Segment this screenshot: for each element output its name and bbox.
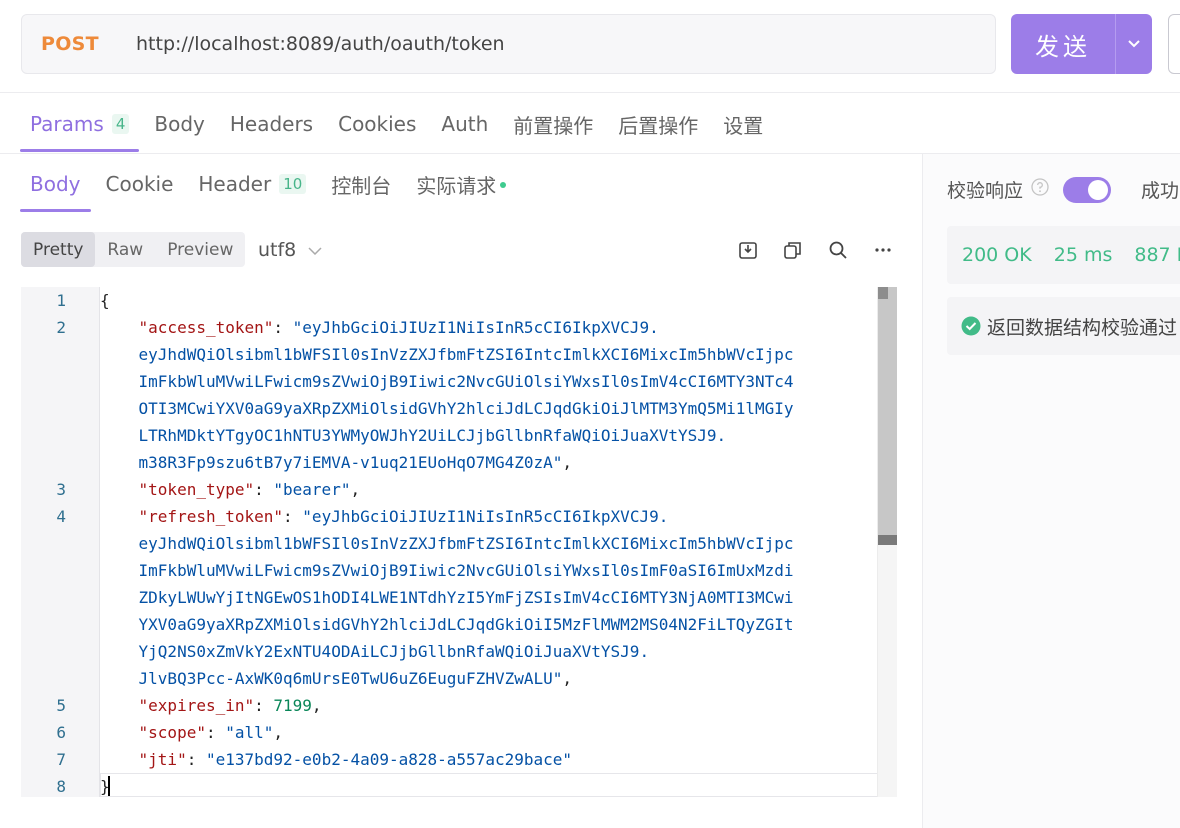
code-line: YjQ2NS0xZmVkY2ExNTU4ODAiLCJjbGllbnRfaWQi… xyxy=(100,642,650,661)
code-line: "jti": "e137bd92-e0b2-4a09-a828-a557ac29… xyxy=(138,750,573,769)
tab-pre-request[interactable]: 前置操作 xyxy=(503,96,603,152)
url-bar[interactable]: POST http://localhost:8089/auth/oauth/to… xyxy=(21,14,996,74)
download-icon[interactable] xyxy=(734,236,761,263)
code-line: "scope": "all", xyxy=(138,723,284,742)
code-line: m38R3Fp9szu6tB7y7iEMVA-v1uq21EUoHqO7MG4Z… xyxy=(100,453,573,472)
response-tabs: Body Cookie Header 10 控制台 实际请求 xyxy=(20,156,521,212)
validate-response-row: 校验响应 成功 xyxy=(947,176,1179,203)
line-number: 2 xyxy=(56,318,66,337)
view-pretty-button[interactable]: Pretty xyxy=(21,232,96,267)
tab-console[interactable]: 控制台 xyxy=(321,156,401,212)
code-line: ImFkbWluMVwiLFwicm9sZVwiOjB9Iiwic2NvcGUi… xyxy=(100,561,794,580)
panel-splitter[interactable] xyxy=(922,154,923,828)
save-button[interactable] xyxy=(1168,14,1180,74)
tab-body[interactable]: Body xyxy=(144,96,215,152)
code-line: LTRhMDktYTgyOC1hNTU3YWMyOWJhY2UiLCJjbGll… xyxy=(100,426,727,445)
code-line: "expires_in": 7199, xyxy=(138,696,322,715)
chevron-down-icon xyxy=(308,239,322,261)
line-number: 8 xyxy=(56,777,66,796)
response-status-bar: 200 OK 25 ms 887 B xyxy=(947,226,1180,284)
line-number: 1 xyxy=(56,291,66,310)
check-circle-icon xyxy=(961,316,981,336)
response-toolbar xyxy=(734,236,914,263)
code-line: YXV0aG9yaXRpZXMiOlsidGVhY2hlciJdLCJqdGki… xyxy=(100,615,794,634)
code-line: ZDkyLWUwYjItNGEwOS1hODI4LWE1NTdhYzI5YmFj… xyxy=(100,588,794,607)
view-preview-button[interactable]: Preview xyxy=(155,232,245,267)
code-line: "access_token": "eyJhbGciOiJIUzI1NiIsInR… xyxy=(138,318,659,337)
validate-result: 成功 xyxy=(1141,180,1180,202)
response-size: 887 B xyxy=(1134,244,1180,266)
more-icon[interactable] xyxy=(869,236,896,263)
code-content: { "access_token": "eyJhbGciOiJIUzI1NiIsI… xyxy=(100,287,875,797)
search-icon[interactable] xyxy=(824,236,851,263)
line-number: 6 xyxy=(56,723,66,742)
line-number: 3 xyxy=(56,480,66,499)
code-line: JlvBQ3Pcc-AxWK0q6mUrsE0TwU6uZ6EuguFZHVZw… xyxy=(100,669,573,688)
tab-auth[interactable]: Auth xyxy=(431,96,498,152)
text-caret xyxy=(108,776,110,796)
url-input[interactable]: http://localhost:8089/auth/oauth/token xyxy=(136,33,505,55)
line-number: 5 xyxy=(56,696,66,715)
tab-response-header[interactable]: Header 10 xyxy=(188,156,316,212)
code-line: "token_type": "bearer", xyxy=(138,480,361,499)
send-button-label: 发送 xyxy=(1035,32,1091,61)
tab-post-request[interactable]: 后置操作 xyxy=(608,96,708,152)
copy-icon[interactable] xyxy=(779,236,806,263)
encoding-value: utf8 xyxy=(258,239,297,261)
status-dot-icon xyxy=(500,182,507,188)
code-line: "refresh_token": "eyJhbGciOiJIUzI1NiIsIn… xyxy=(138,507,669,526)
status-code: 200 OK xyxy=(962,244,1032,266)
view-mode-switch: Pretty Raw Preview xyxy=(21,232,246,267)
schema-check-label: 返回数据结构校验通过 xyxy=(987,316,1178,339)
request-tabs: Params 4 Body Headers Cookies Auth 前置操作 … xyxy=(20,96,778,152)
scrollbar-marker xyxy=(878,535,897,545)
response-time: 25 ms xyxy=(1053,244,1113,266)
validate-toggle[interactable] xyxy=(1063,176,1112,203)
code-line: OTI3MCwiYXV0aG9yaXRpZXMiOlsidGVhY2hlciJd… xyxy=(100,399,794,418)
line-number: 4 xyxy=(56,507,66,526)
divider xyxy=(0,92,1180,93)
tab-headers[interactable]: Headers xyxy=(220,96,323,152)
code-line: eyJhdWQiOlsibml1bWFSIl0sInVzZXJfbmFtZSI6… xyxy=(100,534,794,553)
method-selector[interactable]: POST xyxy=(41,33,136,55)
send-button[interactable]: 发送 xyxy=(1011,14,1152,74)
code-line: eyJhdWQiOlsibml1bWFSIl0sInVzZXJfbmFtZSI6… xyxy=(100,345,794,364)
chevron-down-icon[interactable] xyxy=(1116,39,1152,49)
encoding-select[interactable]: utf8 xyxy=(258,236,322,264)
code-line: } xyxy=(100,777,110,796)
code-line: { xyxy=(100,291,110,310)
help-icon[interactable] xyxy=(1031,178,1049,201)
tab-settings[interactable]: 设置 xyxy=(713,96,773,152)
response-body-editor[interactable]: 1 2 3 4 5 6 7 8 { "access_token": "eyJhb… xyxy=(21,287,897,797)
tab-response-body[interactable]: Body xyxy=(20,156,91,212)
scrollbar-marker xyxy=(878,287,888,299)
code-line: ImFkbWluMVwiLFwicm9sZVwiOjB9Iiwic2NvcGUi… xyxy=(100,372,794,391)
scrollbar-thumb[interactable] xyxy=(878,287,897,537)
line-number: 7 xyxy=(56,750,66,769)
schema-check-result[interactable]: 返回数据结构校验通过 xyxy=(947,297,1180,355)
validate-label: 校验响应 xyxy=(947,180,1024,202)
tab-params[interactable]: Params 4 xyxy=(20,96,140,152)
tab-response-cookie[interactable]: Cookie xyxy=(96,156,184,212)
params-count-badge: 4 xyxy=(111,114,130,134)
tab-cookies[interactable]: Cookies xyxy=(328,96,426,152)
tab-actual-request[interactable]: 实际请求 xyxy=(406,156,516,212)
view-raw-button[interactable]: Raw xyxy=(95,232,155,267)
header-count-badge: 10 xyxy=(279,174,307,194)
